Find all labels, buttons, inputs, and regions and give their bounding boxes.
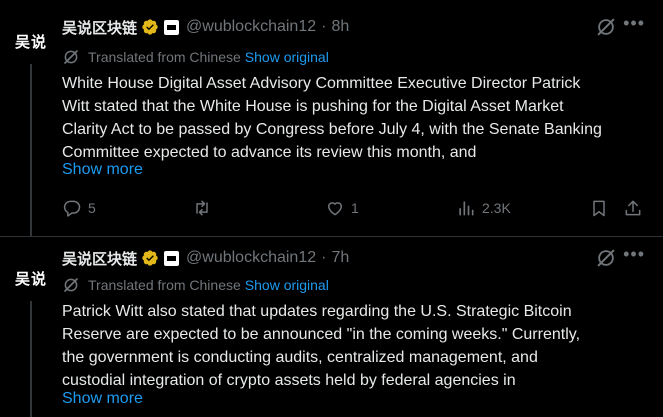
verified-badge-icon[interactable] — [141, 249, 159, 267]
tweet[interactable]: 吴说 吴说区块链 @wublockchain12 · 7h ••• Transl… — [0, 237, 663, 417]
tweet-text: Patrick Witt also stated that updates re… — [62, 300, 652, 392]
tweet-header: 吴说区块链 @wublockchain12 · 8h — [62, 15, 663, 39]
views-count: 2.3K — [482, 200, 511, 216]
reply-icon — [63, 200, 81, 217]
show-original-link[interactable]: Show original — [245, 49, 329, 65]
display-name[interactable]: 吴说区块链 — [62, 17, 137, 38]
tweet-text-line: White House Digital Asset Advisory Commi… — [62, 75, 581, 92]
views-icon — [459, 201, 474, 216]
action-bar: 5 1 2.3K — [0, 198, 663, 220]
repost-button[interactable] — [192, 198, 218, 218]
tweet-text-line: the government is conducting audits, cen… — [62, 349, 538, 366]
user-handle[interactable]: @wublockchain12 — [186, 18, 316, 36]
show-more-link[interactable]: Show more — [62, 161, 143, 179]
translated-label: Translated from Chinese — [88, 49, 241, 65]
translate-icon — [64, 50, 78, 64]
avatar[interactable]: 吴说 — [12, 22, 50, 60]
separator-dot: · — [321, 249, 327, 266]
tweet-text-line: Patrick Witt also stated that updates re… — [62, 303, 572, 320]
bookmark-button[interactable] — [589, 198, 609, 218]
show-more-link[interactable]: Show more — [62, 390, 143, 408]
display-name[interactable]: 吴说区块链 — [62, 248, 137, 269]
translate-icon — [64, 278, 78, 292]
reply-button[interactable]: 5 — [62, 198, 96, 218]
timestamp[interactable]: 8h — [331, 18, 349, 36]
repost-icon — [196, 200, 208, 216]
like-button[interactable]: 1 — [325, 198, 359, 218]
more-icon[interactable]: ••• — [623, 13, 645, 34]
like-icon — [328, 202, 342, 216]
tweet-text-line: Clarity Act to be passed by Congress bef… — [62, 121, 602, 138]
tweet-text-line: Reserve are expected to be announced "in… — [62, 326, 581, 343]
tweet-header: 吴说区块链 @wublockchain12 · 7h — [62, 246, 663, 270]
bookmark-icon — [593, 200, 605, 217]
translated-label: Translated from Chinese — [88, 277, 241, 293]
tweet-text-line: Committee expected to advance its review… — [62, 144, 477, 161]
more-icon[interactable]: ••• — [623, 244, 645, 265]
affiliate-badge-icon[interactable] — [164, 19, 180, 35]
avatar[interactable]: 吴说 — [12, 259, 50, 297]
grok-icon[interactable] — [595, 16, 617, 38]
translation-note: Translated from Chinese Show original — [62, 46, 329, 68]
tweet-text: White House Digital Asset Advisory Commi… — [62, 72, 652, 164]
translation-note: Translated from Chinese Show original — [62, 274, 329, 296]
tweet-text-line: custodial integration of crypto assets h… — [62, 372, 516, 389]
tweet-text-line: Witt stated that the White House is push… — [62, 98, 564, 115]
user-handle[interactable]: @wublockchain12 — [186, 249, 316, 267]
timestamp[interactable]: 7h — [331, 249, 349, 267]
reply-count: 5 — [88, 200, 96, 216]
separator-dot: · — [321, 18, 327, 35]
tweet[interactable]: 吴说 吴说区块链 @wublockchain12 · 8h ••• Transl… — [0, 0, 663, 237]
like-count: 1 — [351, 200, 359, 216]
share-button[interactable] — [623, 198, 643, 218]
show-original-link[interactable]: Show original — [245, 277, 329, 293]
affiliate-badge-icon[interactable] — [164, 250, 180, 266]
views-button[interactable]: 2.3K — [456, 198, 511, 218]
thread-line — [30, 301, 32, 417]
grok-icon[interactable] — [595, 247, 617, 269]
share-icon — [625, 200, 641, 216]
verified-badge-icon[interactable] — [141, 18, 159, 36]
